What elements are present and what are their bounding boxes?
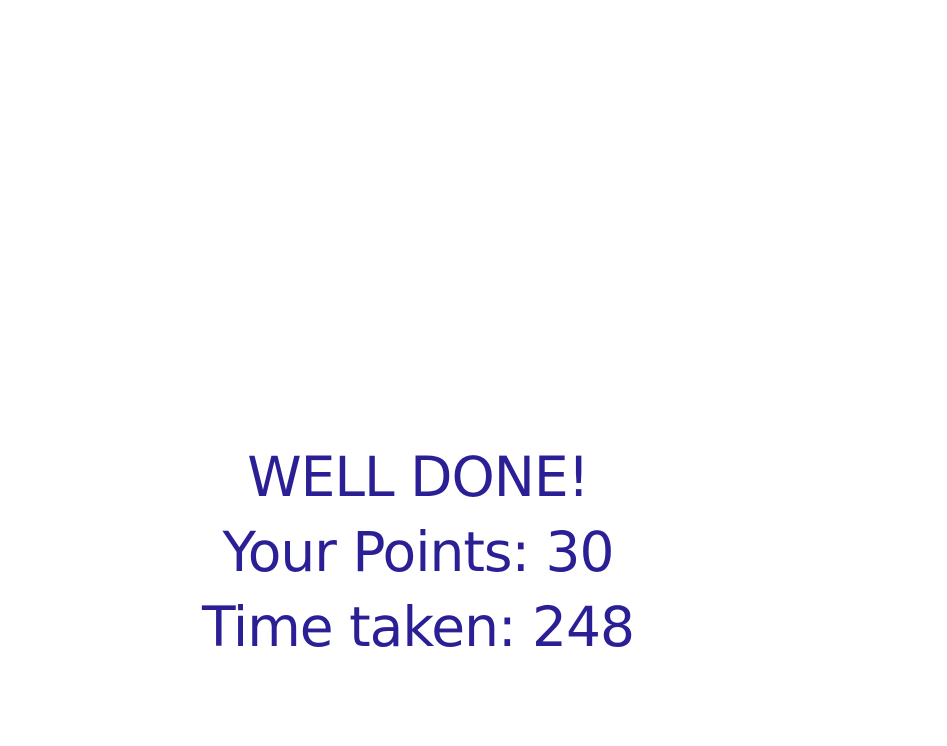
time-taken-label: Time taken: 248	[202, 595, 635, 659]
points-label: Your Points: 30	[222, 520, 614, 584]
well-done-title: WELL DONE!	[247, 445, 589, 509]
game-over-screen: WELL DONE! Your Points: 30 Time taken: 2…	[0, 0, 947, 746]
result-panel: WELL DONE! Your Points: 30 Time taken: 2…	[180, 440, 656, 665]
